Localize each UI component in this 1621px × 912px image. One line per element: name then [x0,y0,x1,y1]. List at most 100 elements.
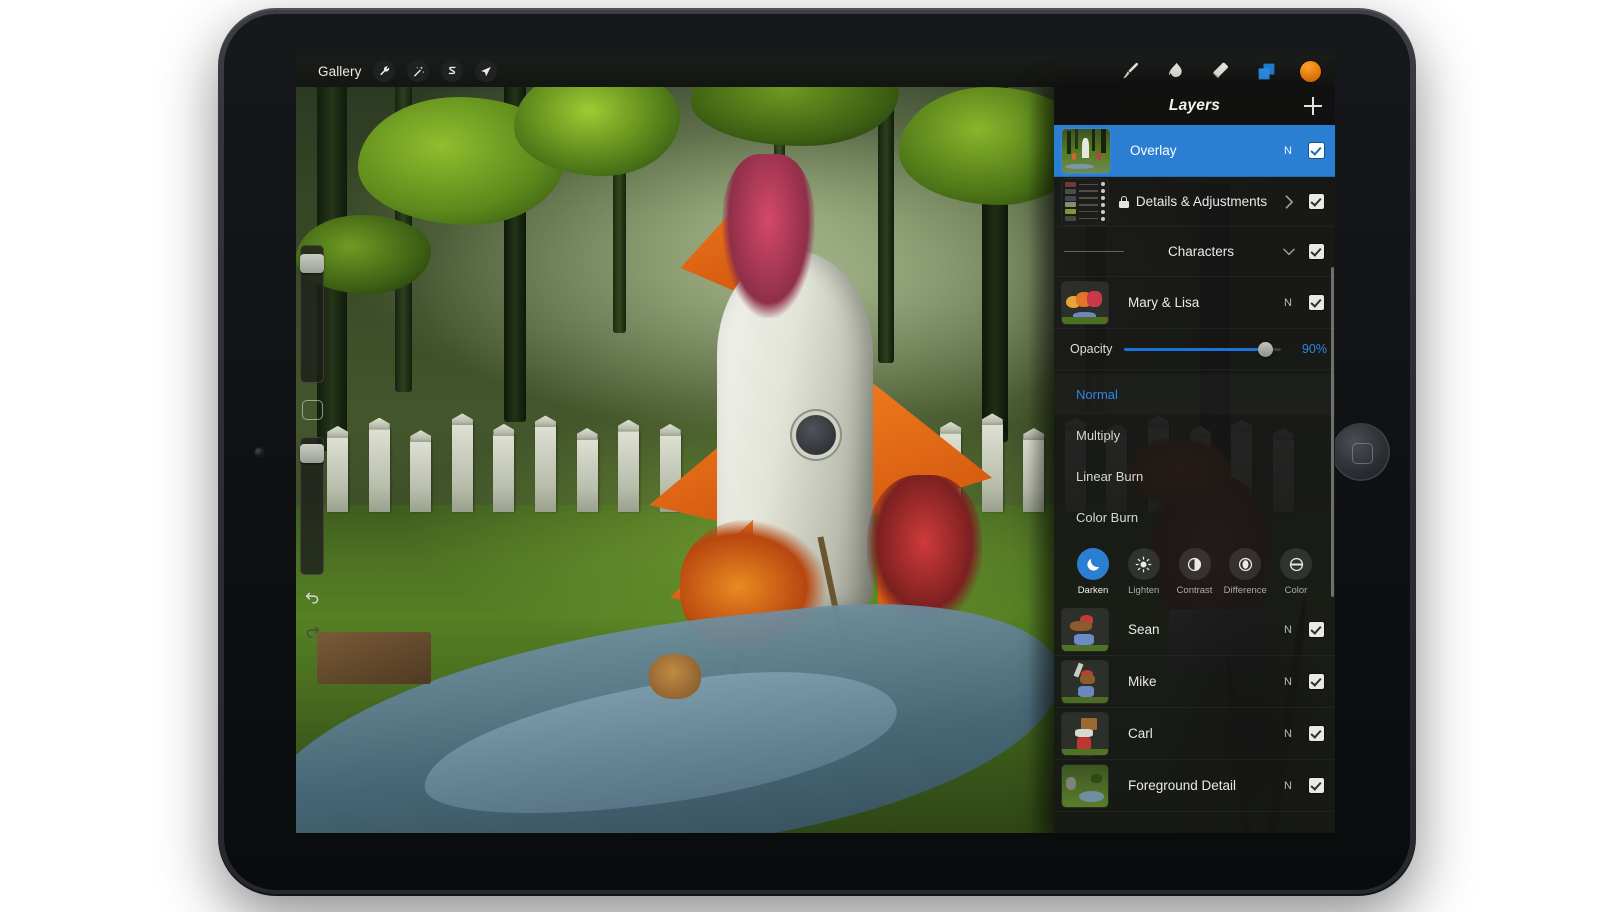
difference-disc [1229,548,1262,580]
layer-row-mary-lisa[interactable]: Mary & Lisa N [1054,277,1335,329]
transform-arrow-icon [481,66,491,76]
opacity-slider-track[interactable] [1124,341,1281,357]
selection-s-icon [448,66,456,74]
blend-category-label-darken: Darken [1077,585,1109,596]
darken-disc [1077,548,1109,580]
layer-visibility-checkbox-mary-lisa[interactable] [1309,295,1324,310]
blend-category-label-contrast: Contrast [1176,585,1213,596]
undo-arrow-icon [305,592,318,604]
layers-panel-header: Layers [1054,87,1335,125]
opacity-label: Opacity [1070,342,1113,356]
layer-thumbnail-overlay[interactable] [1062,128,1110,173]
toolbar-left-group: Gallery [296,60,498,82]
blend-mode-list: Normal Multiply Linear Burn Color Burn [1054,370,1335,538]
layer-thumbnail-mike[interactable] [1062,660,1108,703]
layer-group-label-wrap: Details & Adjustments [1108,194,1278,209]
brush-opacity-slider[interactable] [300,437,324,575]
blend-category-label-lighten: Lighten [1128,585,1160,596]
layers-panel-scrollbar[interactable] [1330,267,1334,597]
brush-icon [1123,62,1138,79]
layer-group-name-characters: Characters [1167,244,1235,259]
opacity-control-row: Opacity 90% [1054,329,1335,370]
layer-thumbnail-sean[interactable] [1062,608,1108,651]
group-thumbnail-stack[interactable] [1062,178,1108,225]
layer-row-mike[interactable]: Mike N [1054,656,1335,708]
blend-mode-color-burn[interactable]: Color Burn [1054,497,1335,538]
layer-blend-overlay[interactable]: N [1276,145,1300,157]
brush-size-slider-knob[interactable] [300,254,324,273]
canvas-character-mike [867,474,982,625]
brush-opacity-slider-knob[interactable] [300,444,324,464]
layer-visibility-checkbox-overlay[interactable] [1309,143,1324,158]
blend-category-color[interactable]: Color [1271,548,1321,596]
group-indent-line [1064,250,1124,253]
layers-tool-button[interactable] [1255,60,1277,82]
layer-name-sean: Sean [1128,622,1160,637]
layer-blend-mary-lisa[interactable]: N [1276,297,1300,309]
chevron-down-icon [1283,248,1295,255]
layer-row-foreground-detail[interactable]: Foreground Detail N [1054,760,1335,812]
group-expand-chevron-details[interactable] [1278,194,1300,210]
magic-wand-icon [413,65,425,77]
front-camera [255,448,263,456]
layer-blend-carl[interactable]: N [1276,728,1300,740]
home-button-square-icon [1351,442,1373,464]
brush-size-slider[interactable] [300,245,324,383]
lock-icon [1118,195,1129,208]
layer-blend-sean[interactable]: N [1276,624,1300,636]
erase-tool-button[interactable] [1210,60,1232,82]
layer-visibility-checkbox-foreground-detail[interactable] [1309,778,1324,793]
color-disc [1280,548,1312,580]
layer-group-details-adjustments[interactable]: Details & Adjustments [1054,177,1335,227]
chevron-right-icon [1285,194,1293,209]
layer-row-sean[interactable]: Sean N [1054,604,1335,656]
opacity-slider-knob[interactable] [1257,341,1273,357]
layer-group-characters[interactable]: Characters [1054,227,1335,277]
blend-category-darken[interactable]: Darken [1068,548,1118,596]
home-button[interactable] [1334,425,1388,479]
layer-row-overlay[interactable]: Overlay N [1054,125,1335,177]
group-collapse-chevron-characters[interactable] [1278,247,1300,257]
layer-visibility-checkbox-sean[interactable] [1309,622,1324,637]
actions-wrench-button[interactable] [373,60,396,82]
selection-button[interactable] [441,60,464,82]
canvas-character-top [721,154,816,319]
redo-button[interactable] [304,625,321,645]
color-bar-icon [1289,557,1303,571]
eraser-icon [1213,62,1229,78]
layer-name-mary-lisa: Mary & Lisa [1128,295,1200,310]
layer-thumbnail-foreground-detail[interactable] [1062,764,1108,807]
blend-mode-normal[interactable]: Normal [1054,374,1335,415]
layer-thumbnail-mary-lisa[interactable] [1062,281,1108,324]
add-layer-button[interactable] [1304,97,1322,115]
blend-category-lighten[interactable]: Lighten [1119,548,1169,596]
transform-button[interactable] [475,60,498,82]
blend-category-label-color: Color [1284,585,1308,596]
layers-panel-title: Layers [1168,97,1221,114]
color-swatch-button[interactable] [1300,60,1321,82]
layer-row-carl[interactable]: Carl N [1054,708,1335,760]
gallery-button[interactable]: Gallery [318,64,361,79]
modify-button[interactable] [301,399,323,421]
difference-circle-icon [1238,557,1252,571]
layer-visibility-checkbox-mike[interactable] [1309,674,1324,689]
paint-tool-button[interactable] [1120,60,1142,82]
blend-category-difference[interactable]: Difference [1220,548,1270,596]
canvas-crate [316,631,432,684]
smudge-tool-button[interactable] [1165,60,1187,82]
half-circle-icon [1187,557,1202,571]
undo-button[interactable] [304,591,321,611]
blend-mode-multiply[interactable]: Multiply [1054,415,1335,456]
layer-blend-foreground-detail[interactable]: N [1276,780,1300,792]
lighten-disc [1127,548,1160,580]
blend-category-contrast[interactable]: Contrast [1170,548,1220,596]
layer-visibility-checkbox-details[interactable] [1309,194,1324,209]
layer-visibility-checkbox-characters[interactable] [1309,244,1324,259]
layer-visibility-checkbox-carl[interactable] [1309,726,1324,741]
layer-group-label-characters-wrap: Characters [1124,244,1278,259]
adjustments-magic-button[interactable] [407,60,430,82]
layer-blend-mike[interactable]: N [1276,676,1300,688]
layer-thumbnail-carl[interactable] [1062,712,1108,755]
canvas-teddy [649,653,702,699]
blend-mode-linear-burn[interactable]: Linear Burn [1054,456,1335,497]
